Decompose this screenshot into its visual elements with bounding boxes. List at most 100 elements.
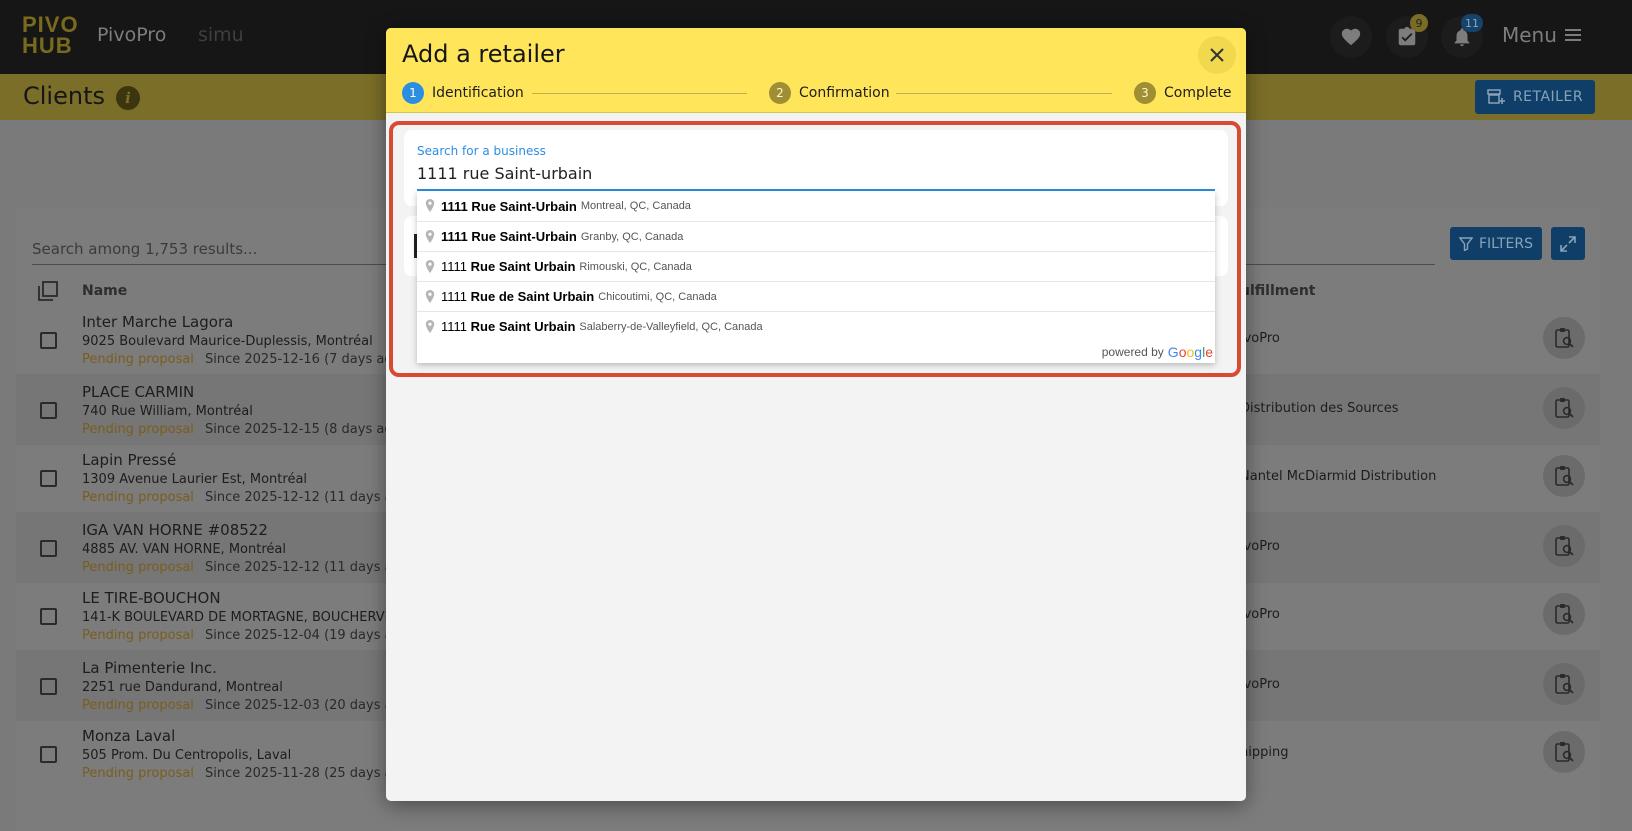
modal-header: Add a retailer 1 Identification 2 Confir… (386, 28, 1246, 113)
notifications-button[interactable]: 11 (1441, 14, 1483, 58)
expand-icon (1560, 235, 1576, 252)
add-retailer-button[interactable]: RETAILER (1475, 80, 1595, 114)
step-connector (896, 93, 1112, 94)
row-checkbox[interactable] (40, 746, 57, 763)
row-checkbox[interactable] (40, 608, 57, 625)
powered-by-label: powered by (1101, 345, 1164, 359)
client-since: Since 2025-12-04 (19 days ago (205, 628, 405, 643)
client-name[interactable]: Inter Marche Lagora (82, 313, 233, 331)
clipboard-search-icon (1555, 328, 1574, 348)
client-address: 9025 Boulevard Maurice-Duplessis, Montré… (82, 334, 373, 349)
client-since: Since 2025-12-12 (11 days ago) (205, 560, 405, 575)
row-action-button[interactable] (1543, 731, 1585, 773)
step-label: Confirmation (799, 85, 890, 101)
client-status: Pending proposal (82, 490, 194, 505)
map-pin-icon (425, 319, 435, 333)
powered-by-google: powered by Google (417, 341, 1215, 363)
row-action-button[interactable] (1543, 525, 1585, 567)
row-checkbox[interactable] (40, 470, 57, 487)
pivohub-logo[interactable]: PIVO HUB (22, 14, 80, 58)
suggestion-location: Chicoutimi, QC, Canada (598, 290, 717, 303)
list-search-input[interactable]: Search among 1,753 results... (32, 240, 257, 258)
client-address: 505 Prom. Du Centropolis, Laval (82, 748, 292, 763)
map-pin-icon (425, 199, 435, 212)
suggestion-location: Montreal, QC, Canada (580, 200, 691, 212)
suggestion-number: 1111 (441, 289, 468, 304)
row-checkbox[interactable] (40, 678, 57, 695)
heart-icon (1341, 28, 1361, 46)
client-fulfillment: Nantel McDiarmid Distribution (1240, 469, 1437, 484)
close-button[interactable] (1198, 36, 1236, 74)
row-action-button[interactable] (1543, 317, 1585, 359)
clipboard-search-icon (1555, 742, 1574, 762)
client-name[interactable]: LE TIRE-BOUCHON (82, 589, 221, 607)
client-name[interactable]: Lapin Pressé (82, 451, 176, 469)
client-name[interactable]: Monza Laval (82, 727, 175, 745)
step-identification: 1 Identification (402, 82, 524, 104)
filters-label: FILTERS (1478, 235, 1534, 252)
page-title: Clients (23, 82, 105, 110)
client-status: Pending proposal (82, 766, 194, 781)
step-label: Identification (432, 85, 524, 101)
step-number: 3 (1134, 82, 1156, 104)
client-address: 141-K BOULEVARD DE MORTAGNE, BOUCHERVIL (82, 610, 396, 625)
tasks-count-badge: 9 (1410, 14, 1428, 32)
step-number: 2 (769, 82, 791, 104)
store-add-icon (1487, 89, 1505, 104)
clipboard-search-icon (1555, 536, 1574, 556)
map-pin-icon (425, 259, 435, 273)
client-since: Since 2025-12-03 (20 days ago (205, 698, 405, 713)
suggestion-item[interactable]: 1111 Rue Saint-Urbain Granby, QC, Canada (417, 221, 1215, 251)
suggestion-location: Salaberry-de-Valleyfield, QC, Canada (579, 320, 763, 333)
client-name[interactable]: La Pimenterie Inc. (82, 659, 217, 677)
menu-button[interactable]: Menu (1502, 23, 1581, 47)
address-suggestions: 1111 Rue Saint-Urbain Montreal, QC, Canad… (417, 191, 1215, 363)
business-search-input[interactable]: 1111 rue Saint-urbain (417, 164, 592, 183)
expand-button[interactable] (1551, 227, 1585, 260)
suggestion-item[interactable]: 1111 Rue Saint Urbain Salaberry-de-Valley… (417, 311, 1215, 341)
suggestion-street: Rue Saint Urbain (470, 319, 576, 334)
client-status: Pending proposal (82, 422, 194, 437)
client-since: Since 2025-12-15 (8 days ago) (205, 422, 405, 437)
client-status: Pending proposal (82, 560, 194, 575)
notifications-count-badge: 11 (1461, 14, 1483, 32)
column-header-fulfillment[interactable]: ulfillment (1240, 283, 1315, 299)
client-since: Since 2025-11-28 (25 days ago) (205, 766, 405, 781)
suggestion-item[interactable]: 1111 Rue de Saint Urbain Chicoutimi, QC, … (417, 281, 1215, 311)
suggestion-number: 1111 (441, 229, 468, 244)
row-checkbox[interactable] (40, 332, 57, 349)
client-fulfillment: hipping (1240, 745, 1289, 760)
client-name[interactable]: PLACE CARMIN (82, 383, 194, 401)
tasks-button[interactable]: 9 (1386, 14, 1428, 58)
filters-button[interactable]: FILTERS (1450, 227, 1542, 260)
client-name[interactable]: IGA VAN HORNE #08522 (82, 521, 268, 539)
logo-line-1: PIVO (22, 12, 79, 37)
client-status: Pending proposal (82, 698, 194, 713)
modal-title: Add a retailer (402, 40, 565, 68)
row-action-button[interactable] (1543, 455, 1585, 497)
info-icon[interactable]: i (116, 86, 140, 110)
step-confirmation: 2 Confirmation (769, 82, 890, 104)
row-checkbox[interactable] (40, 402, 57, 419)
client-status: Pending proposal (82, 628, 194, 643)
suggestion-street: Rue de Saint Urbain (470, 289, 595, 304)
add-retailer-modal: Add a retailer 1 Identification 2 Confir… (386, 28, 1246, 801)
clipboard-search-icon (1555, 604, 1574, 624)
client-since: Since 2025-12-12 (11 days ago) (205, 490, 405, 505)
select-all-icon[interactable] (38, 281, 58, 301)
client-address: 2251 rue Dandurand, Montreal (82, 680, 283, 695)
row-checkbox[interactable] (40, 540, 57, 557)
close-icon (1210, 48, 1224, 62)
suggestion-item[interactable]: 1111 Rue Saint-Urbain Montreal, QC, Canad… (417, 191, 1215, 221)
client-address: 4885 AV. VAN HORNE, Montréal (82, 542, 286, 557)
row-action-button[interactable] (1543, 663, 1585, 705)
clipboard-search-icon (1555, 398, 1574, 418)
row-action-button[interactable] (1543, 593, 1585, 635)
add-retailer-label: RETAILER (1512, 89, 1584, 105)
favorites-button[interactable] (1330, 16, 1372, 58)
step-connector (532, 93, 747, 94)
suggestion-item[interactable]: 1111 Rue Saint Urbain Rimouski, QC, Canad… (417, 251, 1215, 281)
column-header-name[interactable]: Name (82, 283, 127, 299)
row-action-button[interactable] (1543, 387, 1585, 429)
suggestion-location: Granby, QC, Canada (580, 230, 684, 243)
